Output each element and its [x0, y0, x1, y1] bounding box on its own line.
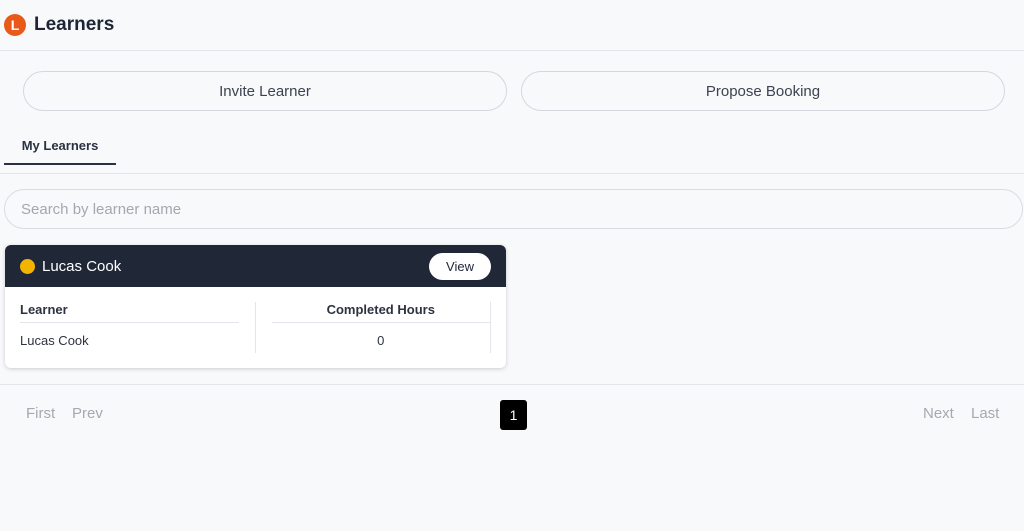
pagination-prev[interactable]: Prev: [72, 405, 103, 422]
learner-column-value: Lucas Cook: [20, 333, 89, 348]
search-input[interactable]: [4, 189, 1023, 229]
completed-hours-header: Completed Hours: [271, 302, 490, 323]
learner-card-name: Lucas Cook: [42, 257, 122, 275]
pagination-first[interactable]: First: [26, 405, 55, 422]
logo-letter: L: [10, 17, 20, 33]
tab-bar: My Learners: [0, 128, 1024, 174]
pagination-page-1[interactable]: 1: [500, 400, 527, 430]
tab-my-learners[interactable]: My Learners: [4, 128, 116, 165]
completed-hours-value: 0: [377, 333, 385, 348]
status-dot-icon: [20, 258, 35, 274]
propose-booking-button[interactable]: Propose Booking: [521, 71, 1005, 111]
invite-learner-button[interactable]: Invite Learner: [23, 71, 507, 111]
app-logo: L: [4, 14, 26, 36]
pagination-last[interactable]: Last: [971, 405, 999, 422]
learner-card-header: Lucas Cook View: [5, 245, 506, 287]
view-learner-button[interactable]: View: [429, 252, 491, 280]
learner-column: Learner Lucas Cook: [20, 302, 256, 353]
pagination-divider: [0, 384, 1024, 385]
learner-card: Lucas Cook View Learner Lucas Cook Compl…: [5, 245, 506, 368]
page-title: Learners: [34, 14, 115, 35]
completed-hours-column: Completed Hours 0: [256, 302, 491, 353]
page-header: L Learners: [0, 0, 1024, 51]
learner-card-body: Learner Lucas Cook Completed Hours 0: [5, 287, 506, 353]
learner-column-header: Learner: [20, 302, 239, 323]
pagination-next[interactable]: Next: [923, 405, 954, 422]
